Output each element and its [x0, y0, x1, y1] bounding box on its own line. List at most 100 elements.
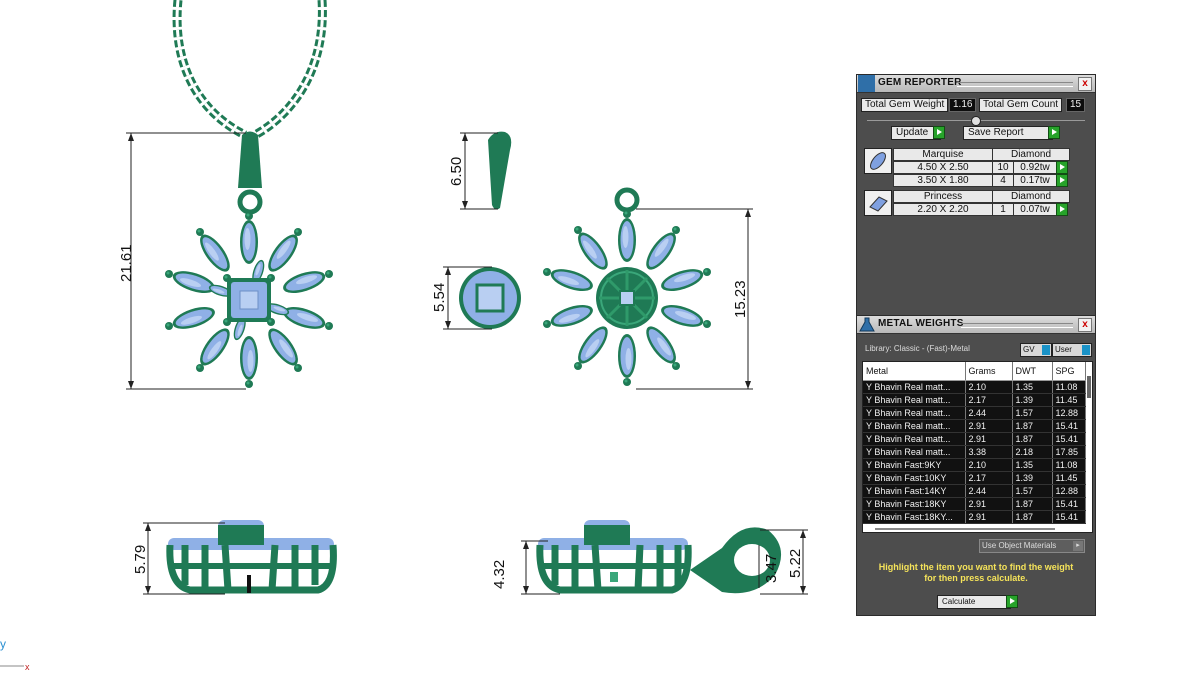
metal-table-container[interactable]: Metal Grams DWT SPG Y Bhavin Real matt..… [862, 361, 1093, 533]
spg-cell: 12.88 [1052, 484, 1086, 498]
gem-weight[interactable]: 0.92tw [1013, 161, 1057, 174]
dim-pendant-height: 21.61 [118, 244, 135, 282]
gem-material-princess: Diamond [992, 190, 1070, 203]
side-view-b: 4.32 3.47 5.22 [491, 520, 808, 595]
gem-reporter-titlebar[interactable]: GEM REPORTER x [857, 75, 1095, 93]
grams-cell: 3.38 [965, 445, 1013, 459]
flask-icon [859, 317, 875, 332]
update-arrow-icon[interactable] [933, 126, 945, 139]
metal-name-cell: Y Bhavin Fast:18KY... [863, 510, 966, 524]
grams-cell: 2.44 [965, 484, 1013, 498]
gv-toggle[interactable]: GV [1020, 343, 1052, 357]
spg-cell: 17.85 [1052, 445, 1086, 459]
grams-cell: 2.10 [965, 380, 1013, 394]
dwt-cell: 1.57 [1012, 484, 1053, 498]
col-dwt[interactable]: DWT [1012, 362, 1053, 381]
spg-cell: 11.45 [1052, 393, 1086, 407]
gem-reporter-title: GEM REPORTER [878, 77, 962, 88]
metal-name-cell: Y Bhavin Real matt... [863, 380, 966, 394]
user-label: User [1055, 345, 1072, 354]
metal-weights-panel[interactable]: METAL WEIGHTS x Library: Classic - (Fast… [856, 315, 1096, 616]
table-row[interactable]: Y Bhavin Fast:18KY 2.91 1.87 15.41 [863, 497, 1086, 511]
table-row[interactable]: Y Bhavin Fast:9KY 2.10 1.35 11.08 [863, 458, 1086, 472]
table-row[interactable]: Y Bhavin Real matt... 2.17 1.39 11.45 [863, 393, 1086, 407]
dwt-cell: 1.57 [1012, 406, 1053, 420]
total-gem-count-value: 15 [1066, 98, 1086, 112]
dwt-cell: 1.35 [1012, 458, 1053, 472]
gem-weight[interactable]: 0.07tw [1013, 203, 1057, 216]
col-metal[interactable]: Metal [863, 362, 966, 381]
gem-row-arrow-icon[interactable] [1056, 203, 1068, 216]
bail-side-view: 6.50 [448, 131, 512, 210]
hint-line-1: Highlight the item you want to find the … [878, 562, 1074, 572]
table-row[interactable]: Y Bhavin Real matt... 3.38 2.18 17.85 [863, 445, 1086, 459]
metal-weights-titlebar[interactable]: METAL WEIGHTS x [857, 316, 1095, 334]
front-view-with-chain: 21.61 [118, 0, 333, 390]
table-row[interactable]: Y Bhavin Real matt... 2.44 1.57 12.88 [863, 406, 1086, 420]
use-object-materials-dropdown[interactable]: Use Object Materials ▸ [979, 539, 1085, 553]
dim-bail-side-a: 3.47 [763, 554, 780, 583]
metal-name-cell: Y Bhavin Real matt... [863, 393, 966, 407]
table-row[interactable]: Y Bhavin Real matt... 2.10 1.35 11.08 [863, 380, 1086, 394]
table-row[interactable]: Y Bhavin Fast:14KY 2.44 1.57 12.88 [863, 484, 1086, 498]
save-report-button[interactable]: Save Report [963, 126, 1053, 140]
metal-name-cell: Y Bhavin Fast:18KY [863, 497, 966, 511]
metal-name-cell: Y Bhavin Real matt... [863, 432, 966, 446]
dwt-cell: 1.87 [1012, 432, 1053, 446]
metal-weights-table: Metal Grams DWT SPG Y Bhavin Real matt..… [863, 362, 1086, 524]
hint-line-2: for then press calculate. [924, 573, 1028, 583]
grams-cell: 2.10 [965, 458, 1013, 472]
calculate-arrow-icon[interactable] [1006, 595, 1018, 608]
gem-count[interactable]: 4 [992, 174, 1014, 187]
library-label: Library: Classic - (Fast)-Metal [865, 344, 970, 353]
marquise-gem-icon [864, 148, 892, 174]
chevron-down-icon: ▸ [1073, 541, 1083, 551]
spg-cell: 11.08 [1052, 380, 1086, 394]
table-row[interactable]: Y Bhavin Fast:10KY 2.17 1.39 11.45 [863, 471, 1086, 485]
dim-bail-side-b: 5.22 [787, 549, 804, 578]
metal-name-cell: Y Bhavin Fast:9KY [863, 458, 966, 472]
col-spg[interactable]: SPG [1052, 362, 1086, 381]
gem-size[interactable]: 4.50 X 2.50 [893, 161, 993, 174]
metal-name-cell: Y Bhavin Fast:14KY [863, 484, 966, 498]
metal-name-cell: Y Bhavin Fast:10KY [863, 471, 966, 485]
table-row[interactable]: Y Bhavin Real matt... 2.91 1.87 15.41 [863, 419, 1086, 433]
calculate-button[interactable]: Calculate [937, 595, 1011, 609]
vertical-scrollbar[interactable] [1087, 376, 1091, 398]
save-report-arrow-icon[interactable] [1048, 126, 1060, 139]
table-row[interactable]: Y Bhavin Fast:18KY... 2.91 1.87 15.41 [863, 510, 1086, 524]
spg-cell: 15.41 [1052, 432, 1086, 446]
gem-reporter-panel[interactable]: GEM REPORTER x Total Gem Weight 1.16 Tot… [856, 74, 1096, 318]
user-toggle[interactable]: User [1052, 343, 1092, 357]
total-gem-weight-label: Total Gem Weight [861, 98, 949, 112]
gem-size[interactable]: 3.50 X 1.80 [893, 174, 993, 187]
dwt-cell: 1.87 [1012, 497, 1053, 511]
gem-count[interactable]: 10 [992, 161, 1014, 174]
horizontal-scrollbar[interactable] [875, 528, 1055, 530]
close-icon[interactable]: x [1078, 77, 1092, 91]
dwt-cell: 1.35 [1012, 380, 1053, 394]
dwt-cell: 1.87 [1012, 419, 1053, 433]
gem-row-arrow-icon[interactable] [1056, 161, 1068, 174]
gem-size[interactable]: 2.20 X 2.20 [893, 203, 993, 216]
grams-cell: 2.91 [965, 419, 1013, 433]
gem-weight[interactable]: 0.17tw [1013, 174, 1057, 187]
princess-gem-icon [864, 190, 892, 216]
titlebar-grip [961, 323, 1073, 328]
metal-name-cell: Y Bhavin Real matt... [863, 445, 966, 459]
gem-count[interactable]: 1 [992, 203, 1014, 216]
table-row[interactable]: Y Bhavin Real matt... 2.91 1.87 15.41 [863, 432, 1086, 446]
gem-shape-marquise: Marquise [893, 148, 993, 161]
col-grams[interactable]: Grams [965, 362, 1013, 381]
metal-name-cell: Y Bhavin Real matt... [863, 419, 966, 433]
close-icon[interactable]: x [1078, 318, 1092, 332]
slider-handle[interactable] [971, 116, 981, 126]
grams-cell: 2.91 [965, 510, 1013, 524]
gem-row-arrow-icon[interactable] [1056, 174, 1068, 187]
spg-cell: 15.41 [1052, 497, 1086, 511]
dwt-cell: 1.39 [1012, 393, 1053, 407]
axis-indicator: y x [0, 637, 30, 672]
spg-cell: 11.45 [1052, 471, 1086, 485]
grams-cell: 2.91 [965, 497, 1013, 511]
gv-label: GV [1023, 345, 1035, 354]
